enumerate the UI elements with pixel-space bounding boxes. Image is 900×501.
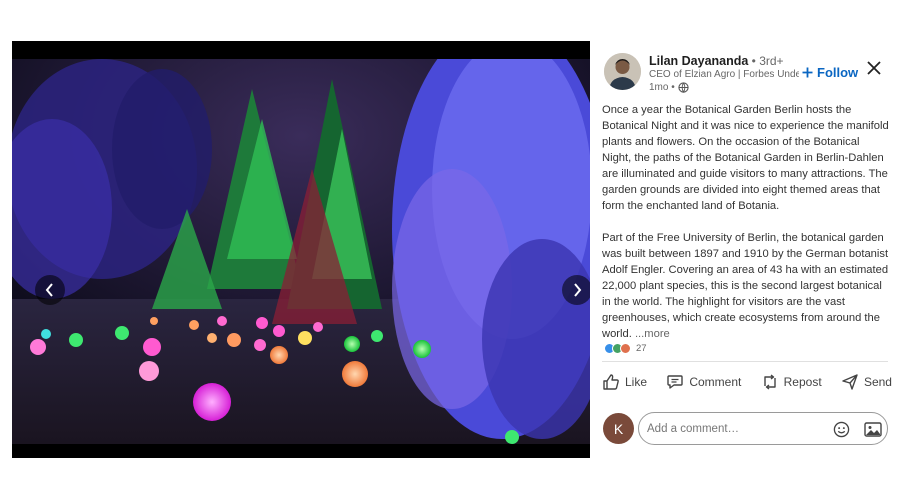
image-icon[interactable] xyxy=(864,421,882,438)
love-reaction-icon xyxy=(620,343,631,354)
comment-input[interactable] xyxy=(647,420,822,438)
like-label: Like xyxy=(625,375,648,389)
reaction-count: 27 xyxy=(636,343,647,354)
comment-button[interactable]: Comment xyxy=(666,373,741,391)
plus-icon xyxy=(802,67,813,78)
close-button[interactable] xyxy=(865,59,883,77)
like-button[interactable]: Like xyxy=(602,373,647,391)
post-time: 1mo • xyxy=(649,82,675,93)
commenter-initial: K xyxy=(613,420,624,437)
chevron-right-icon xyxy=(574,283,582,297)
garden-night-photo xyxy=(12,59,590,444)
reaction-icons xyxy=(604,343,631,354)
author-name[interactable]: Lilan Dayananda • 3rd+ xyxy=(649,54,784,68)
divider xyxy=(602,361,888,362)
reactions-summary[interactable]: 27 xyxy=(604,343,647,354)
send-label: Send xyxy=(863,375,892,389)
post-meta: 1mo • xyxy=(649,82,689,93)
follow-label: Follow xyxy=(817,65,859,80)
author-photo xyxy=(604,53,641,90)
author-name-text[interactable]: Lilan Dayananda xyxy=(649,54,748,68)
repost-label: Repost xyxy=(783,375,822,389)
post-actions: Like Comment Repost Send xyxy=(602,373,892,391)
like-icon xyxy=(603,374,619,390)
author-headline: CEO of Elzian Agro | Forbes Unde... xyxy=(649,69,799,80)
send-icon xyxy=(842,374,858,390)
send-button[interactable]: Send xyxy=(841,373,892,391)
emoji-icon[interactable] xyxy=(833,421,850,438)
previous-image-button[interactable] xyxy=(35,275,65,305)
comment-label: Comment xyxy=(689,375,742,389)
post-body: Once a year the Botanical Garden Berlin … xyxy=(602,102,890,358)
post-paragraph-2: Part of the Free University of Berlin, t… xyxy=(602,230,890,342)
see-more-link[interactable]: ...more xyxy=(635,328,670,340)
repost-icon xyxy=(763,374,776,390)
close-icon xyxy=(867,61,881,75)
commenter-avatar: K xyxy=(603,413,634,444)
chevron-left-icon xyxy=(45,283,53,297)
post-paragraph-1: Once a year the Botanical Garden Berlin … xyxy=(602,104,889,212)
comment-icon xyxy=(667,375,684,389)
repost-button[interactable]: Repost xyxy=(761,373,822,391)
next-image-button[interactable] xyxy=(562,275,590,305)
globe-icon xyxy=(678,82,689,93)
post-detail-panel: Lilan Dayananda • 3rd+ CEO of Elzian Agr… xyxy=(590,41,900,458)
post-paragraph-2-text: Part of the Free University of Berlin, t… xyxy=(602,232,889,340)
author-avatar[interactable] xyxy=(604,53,641,90)
connection-degree: • 3rd+ xyxy=(748,54,784,68)
post-image-viewer xyxy=(12,41,590,458)
comment-box xyxy=(638,412,888,445)
follow-button[interactable]: Follow xyxy=(802,65,858,80)
